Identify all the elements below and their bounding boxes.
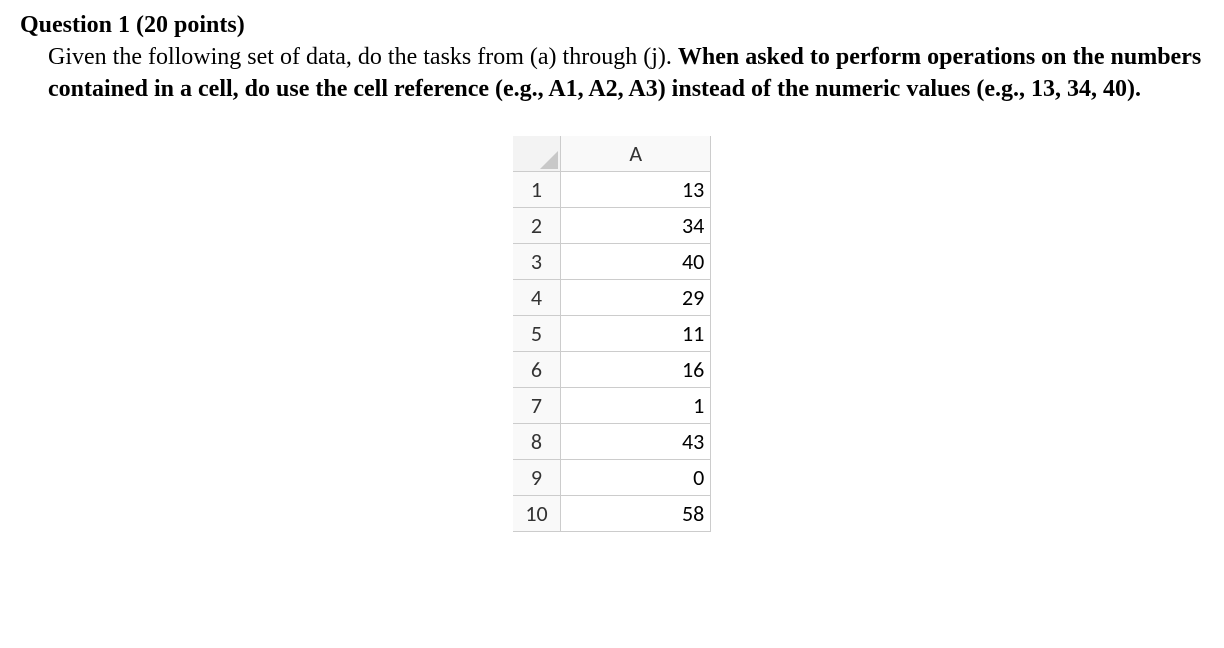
cell-a4: 29 [561,280,711,316]
table-row: 6 16 [513,352,711,388]
table-row: 2 34 [513,208,711,244]
cell-a9: 0 [561,460,711,496]
row-header: 1 [513,172,561,208]
select-all-corner [513,136,561,172]
question-title: Question 1 (20 points) [20,12,1204,39]
row-header: 4 [513,280,561,316]
cell-a7: 1 [561,388,711,424]
cell-a6: 16 [561,352,711,388]
cell-a2: 34 [561,208,711,244]
question-body: Given the following set of data, do the … [20,41,1204,106]
table-row: 8 43 [513,424,711,460]
data-table: A 1 13 2 34 3 40 4 29 5 11 6 16 7 1 [513,136,712,533]
cell-a1: 13 [561,172,711,208]
row-header: 10 [513,496,561,532]
row-header: 9 [513,460,561,496]
row-header: 6 [513,352,561,388]
table-row: 4 29 [513,280,711,316]
table-row: 5 11 [513,316,711,352]
cell-a8: 43 [561,424,711,460]
table-row: 1 13 [513,172,711,208]
question-intro-text: Given the following set of data, do the … [48,44,678,70]
row-header: 3 [513,244,561,280]
cell-a5: 11 [561,316,711,352]
table-row: 3 40 [513,244,711,280]
corner-triangle-icon [540,151,558,169]
row-header: 2 [513,208,561,244]
row-header: 7 [513,388,561,424]
column-header-a: A [561,136,711,172]
cell-a3: 40 [561,244,711,280]
table-row: 7 1 [513,388,711,424]
row-header: 5 [513,316,561,352]
table-row: 10 58 [513,496,711,532]
table-row: 9 0 [513,460,711,496]
row-header: 8 [513,424,561,460]
cell-a10: 58 [561,496,711,532]
